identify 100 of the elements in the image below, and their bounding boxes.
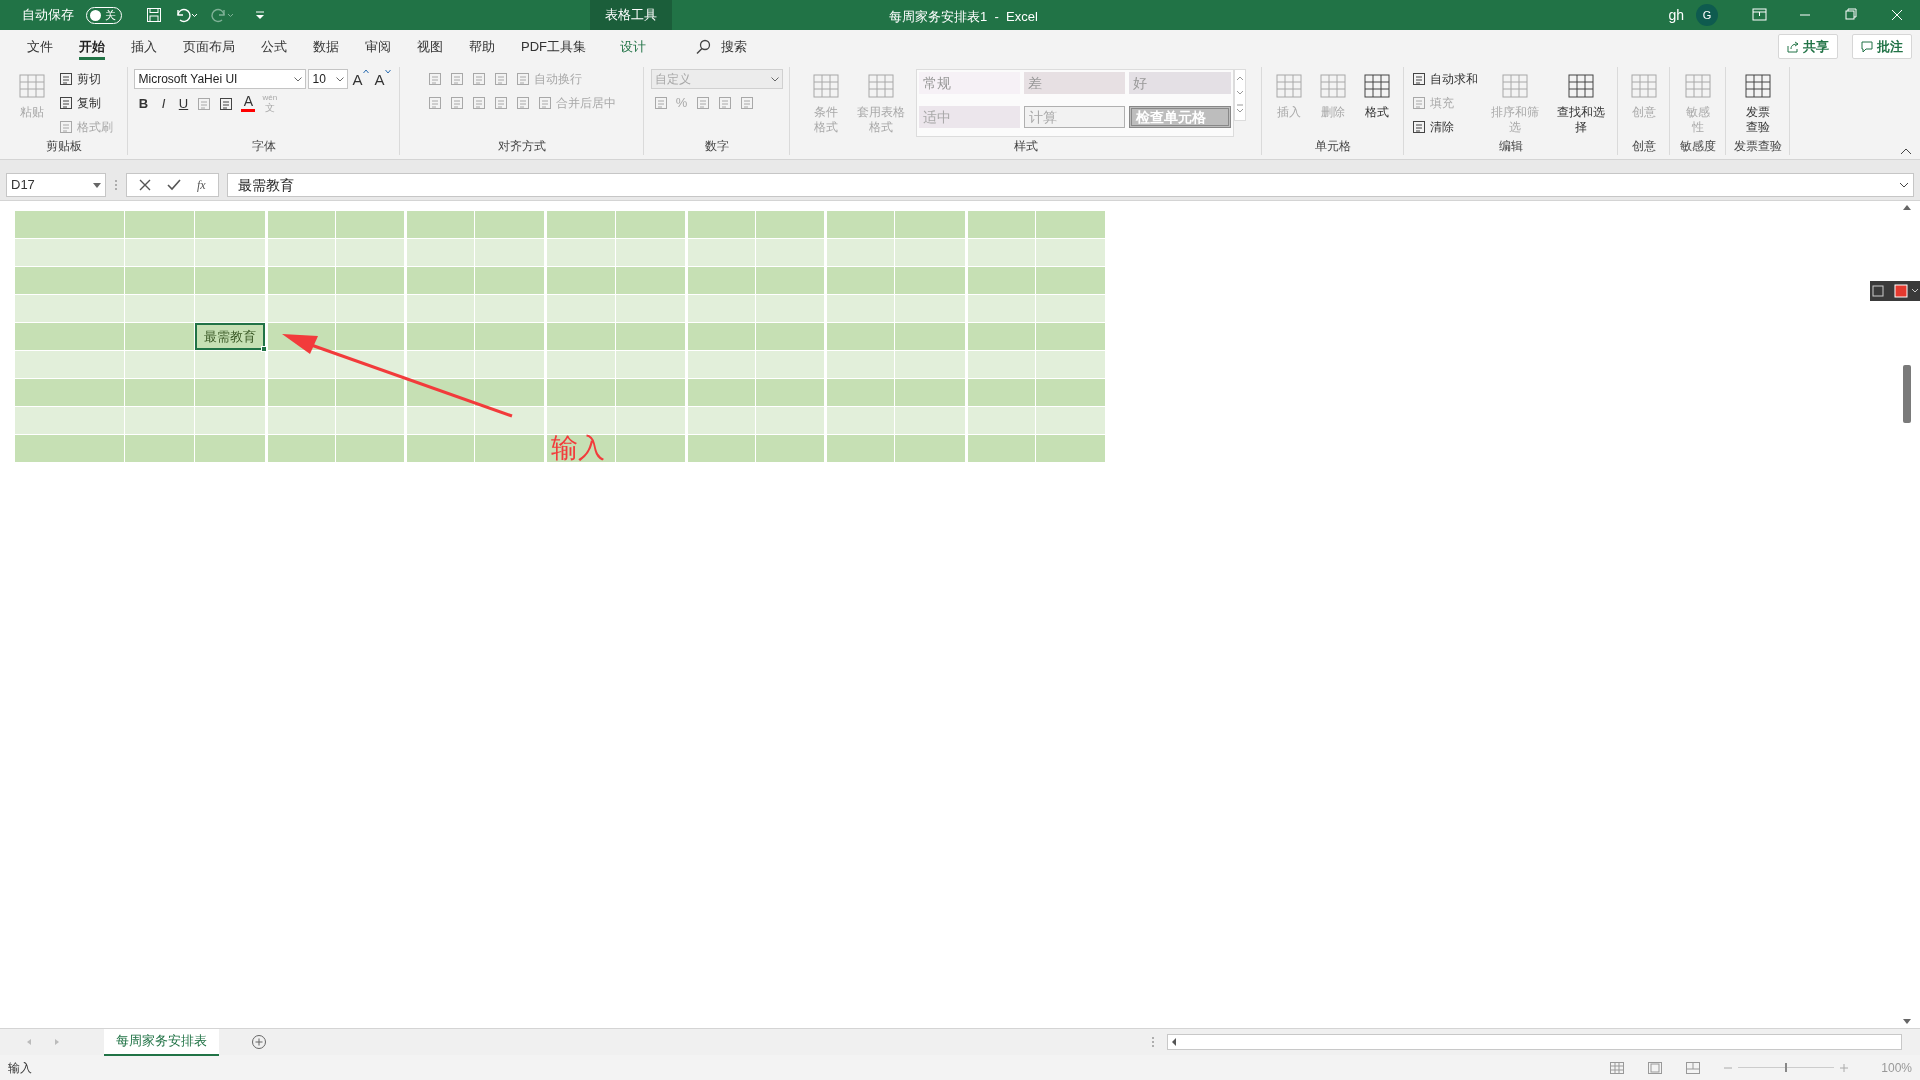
vertical-scrollbar[interactable] — [1900, 203, 1914, 1026]
table-cell[interactable] — [404, 295, 474, 322]
table-cell[interactable] — [894, 407, 965, 434]
table-cell[interactable] — [14, 211, 124, 238]
table-cell[interactable] — [965, 211, 1035, 238]
table-cell[interactable] — [474, 295, 544, 322]
font-size-button[interactable]: A — [372, 69, 393, 89]
table-cell[interactable] — [14, 435, 124, 462]
table-cell[interactable] — [965, 267, 1035, 294]
scroll-thumb[interactable] — [1903, 365, 1911, 423]
table-cell[interactable] — [1035, 351, 1105, 378]
format-button[interactable]: I — [154, 94, 173, 114]
ribbon-tab[interactable]: 帮助 — [456, 30, 508, 63]
table-cell[interactable] — [894, 267, 965, 294]
table-cell[interactable] — [615, 379, 685, 406]
table-cell[interactable] — [404, 323, 474, 350]
scroll-down-icon[interactable] — [1902, 1018, 1912, 1026]
table-cell[interactable] — [265, 407, 335, 434]
share-button[interactable]: 共享 — [1778, 34, 1838, 59]
search-button[interactable]: 搜索 — [691, 33, 751, 60]
table-cell[interactable] — [194, 295, 265, 322]
table-cell[interactable] — [1035, 295, 1105, 322]
table-cell[interactable] — [404, 351, 474, 378]
table-cell[interactable] — [894, 239, 965, 266]
table-cell[interactable] — [965, 295, 1035, 322]
table-cell[interactable] — [14, 407, 124, 434]
table-cell[interactable] — [755, 435, 824, 462]
table-cell[interactable] — [824, 379, 894, 406]
table-cell[interactable] — [474, 379, 544, 406]
table-cell[interactable] — [544, 351, 615, 378]
table-cell[interactable] — [685, 351, 755, 378]
table-cell[interactable] — [194, 351, 265, 378]
scroll-up-icon[interactable] — [1902, 203, 1912, 211]
ribbon-tab[interactable]: PDF工具集 — [508, 30, 599, 63]
ribbon-button[interactable]: 清除 — [1409, 117, 1456, 137]
table-cell[interactable] — [194, 267, 265, 294]
table-cell[interactable] — [894, 435, 965, 462]
table-cell[interactable] — [124, 295, 194, 322]
table-cell[interactable] — [194, 407, 265, 434]
table-cell[interactable] — [1035, 435, 1105, 462]
table-cell[interactable] — [14, 323, 124, 350]
table-cell[interactable] — [1035, 407, 1105, 434]
cancel-icon[interactable] — [139, 179, 151, 191]
autosave-toggle[interactable]: 关 — [86, 6, 122, 24]
table-cell[interactable] — [124, 239, 194, 266]
table-cell[interactable] — [755, 267, 824, 294]
ribbon-tab[interactable]: 视图 — [404, 30, 456, 63]
table-cell[interactable] — [335, 211, 404, 238]
ribbon-button[interactable]: 自动求和 — [1409, 69, 1480, 89]
table-cell[interactable] — [335, 379, 404, 406]
collapse-ribbon-icon[interactable] — [1900, 147, 1912, 155]
table-cell[interactable] — [404, 267, 474, 294]
table-cell[interactable] — [404, 239, 474, 266]
table-cell[interactable] — [474, 351, 544, 378]
table-cell[interactable] — [14, 379, 124, 406]
table-cell[interactable] — [14, 351, 124, 378]
expand-icon[interactable] — [1899, 182, 1909, 188]
table-cell[interactable] — [894, 323, 965, 350]
ribbon-button[interactable]: 发票查验 — [1737, 67, 1778, 137]
comment-button[interactable]: 批注 — [1852, 34, 1912, 59]
confirm-icon[interactable] — [167, 179, 181, 191]
ribbon-tab[interactable]: 数据 — [300, 30, 352, 63]
table-cell[interactable] — [265, 379, 335, 406]
table-cell[interactable] — [615, 323, 685, 350]
table-cell[interactable] — [685, 295, 755, 322]
table-cell[interactable] — [755, 295, 824, 322]
table-cell[interactable] — [14, 295, 124, 322]
table-cell[interactable] — [474, 239, 544, 266]
table-cell[interactable] — [685, 379, 755, 406]
table-cell[interactable] — [194, 239, 265, 266]
table-cell[interactable] — [124, 267, 194, 294]
font-color-button[interactable]: A — [238, 94, 259, 114]
table-cell[interactable] — [1035, 379, 1105, 406]
sheet-tab[interactable]: 每周家务安排表 — [104, 1028, 219, 1056]
drag-handle-icon[interactable] — [1151, 1036, 1155, 1048]
table-cell[interactable] — [894, 211, 965, 238]
customize-icon[interactable] — [254, 9, 266, 21]
table-cell[interactable] — [1035, 323, 1105, 350]
table-cell[interactable] — [755, 379, 824, 406]
table-cell[interactable] — [335, 239, 404, 266]
table-cell[interactable] — [335, 323, 404, 350]
ribbon-button[interactable]: 剪切 — [56, 69, 103, 89]
insert-function-button[interactable]: fx — [197, 176, 206, 194]
table-cell[interactable] — [544, 267, 615, 294]
ribbon-tab[interactable]: 审阅 — [352, 30, 404, 63]
table-cell[interactable] — [265, 351, 335, 378]
ribbon-tab[interactable]: 公式 — [248, 30, 300, 63]
table-cell[interactable] — [335, 435, 404, 462]
table-cell[interactable] — [265, 239, 335, 266]
table-cell[interactable] — [755, 351, 824, 378]
font-size-button[interactable]: A — [350, 69, 371, 89]
ribbon-tab[interactable]: 插入 — [118, 30, 170, 63]
table-cell[interactable] — [615, 351, 685, 378]
ime-toolbar-icon[interactable] — [1870, 281, 1920, 301]
table-cell[interactable] — [124, 435, 194, 462]
normal-view-icon[interactable] — [1610, 1061, 1624, 1074]
table-cell[interactable] — [685, 323, 755, 350]
table-cell[interactable] — [194, 435, 265, 462]
table-cell[interactable] — [824, 267, 894, 294]
table-cell[interactable] — [685, 211, 755, 238]
